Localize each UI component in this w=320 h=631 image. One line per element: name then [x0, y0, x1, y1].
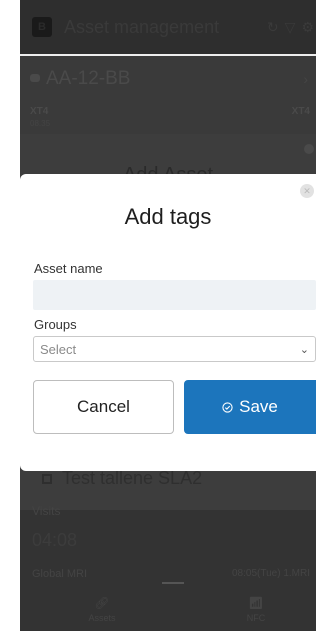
phone-screen: B Asset management ↻ ▽ ⚙ AA-12-BB › XT4 … — [20, 0, 316, 631]
nav-assets-label: Assets — [88, 613, 116, 623]
groups-select-value: Select — [40, 341, 77, 357]
add-tags-dialog: ✕ Add tags Asset name Groups Select ⌄ Ca… — [20, 174, 316, 471]
car-icon — [30, 74, 40, 82]
filter-icon[interactable]: ▽ — [285, 19, 296, 36]
check-circle-icon — [222, 401, 233, 413]
save-button[interactable]: Save — [184, 380, 316, 434]
app-logo: B — [32, 17, 52, 37]
save-button-label: Save — [239, 397, 278, 416]
header-actions: ↻ ▽ ⚙ — [267, 19, 316, 36]
asset-checkbox[interactable] — [42, 474, 52, 484]
settings-icon[interactable]: ⚙ — [301, 19, 314, 36]
time-value: 04:08 — [32, 530, 78, 550]
dialog-title: Add tags — [124, 204, 212, 229]
row-detail: 08:05(Tue) 1.MRI — [232, 568, 310, 579]
close-icon[interactable]: ✕ — [300, 184, 314, 198]
vehicle-card[interactable]: AA-12-BB › XT4 08.35 XT4 — [20, 56, 316, 136]
nfc-icon: 📶︎ — [248, 596, 264, 610]
link-icon: 🔗︎ — [94, 596, 110, 610]
sync-icon[interactable]: ↻ — [267, 19, 279, 36]
vehicle-subtitle: 08.35 — [30, 119, 51, 128]
asset-item-name: Test tallene SLA2 — [62, 468, 203, 488]
asset-name-label: Asset name — [34, 261, 103, 276]
cancel-button[interactable]: Cancel — [33, 380, 174, 434]
vehicle-model-right: XT4 — [291, 106, 310, 117]
vehicle-model: XT4 — [30, 106, 49, 117]
nav-nfc-label: NFC — [246, 613, 266, 623]
nav-indicator — [162, 582, 184, 584]
app-header: B Asset management ↻ ▽ ⚙ — [20, 0, 316, 54]
chevron-down-icon: ⌄ — [299, 343, 309, 356]
panel-close-icon[interactable] — [304, 144, 314, 154]
asset-name-input[interactable] — [33, 280, 316, 310]
nav-item-nfc[interactable]: 📶︎ NFC — [226, 596, 286, 623]
chevron-right-icon: › — [303, 71, 308, 87]
groups-label: Groups — [34, 317, 77, 332]
background-list: Visits 04:08 Global MRI 08:05(Tue) 1.MRI… — [20, 504, 316, 631]
vehicle-plate: AA-12-BB — [46, 68, 131, 89]
row-title: Global MRI — [32, 568, 88, 580]
visits-label: Visits — [32, 504, 61, 518]
cancel-button-label: Cancel — [77, 397, 130, 416]
nav-item-assets[interactable]: 🔗︎ Assets — [72, 596, 132, 623]
groups-select[interactable]: Select ⌄ — [33, 336, 316, 362]
app-title: Asset management — [64, 16, 220, 37]
